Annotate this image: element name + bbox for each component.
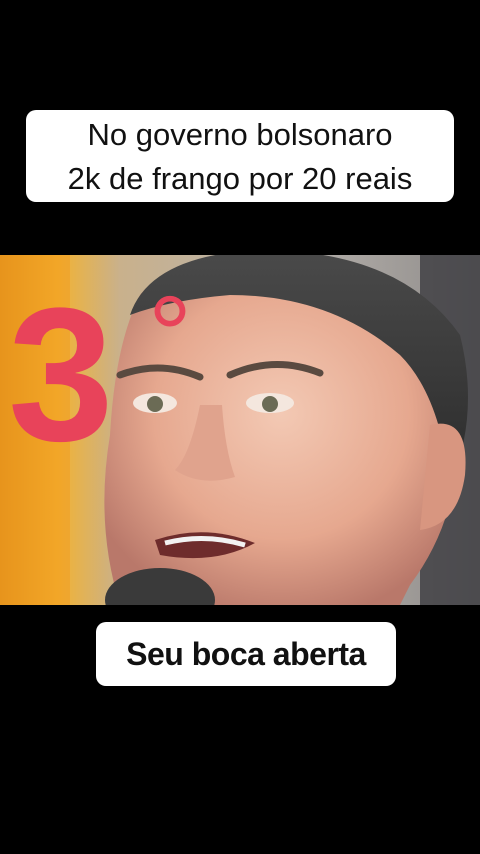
top-caption-line-1: No governo bolsonaro: [87, 117, 393, 152]
top-caption: No governo bolsonaro 2k de frango por 20…: [26, 110, 454, 202]
top-caption-line-2: 2k de frango por 20 reais: [67, 161, 413, 196]
video-frame[interactable]: 3 °: [0, 255, 480, 605]
bottom-caption: Seu boca aberta: [96, 622, 396, 686]
overlay-degree: °: [148, 274, 192, 397]
overlay-digit: 3: [8, 269, 114, 481]
video-still: 3 °: [0, 255, 480, 605]
